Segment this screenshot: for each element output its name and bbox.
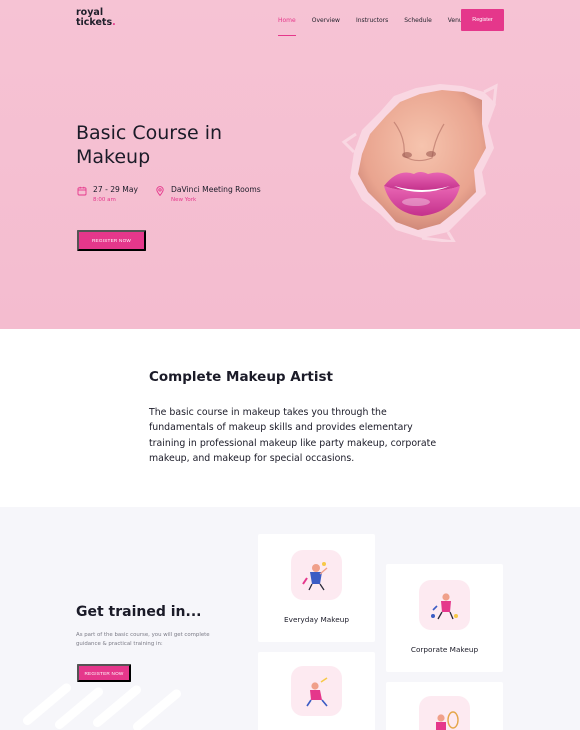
course-card-4[interactable]	[386, 682, 503, 730]
hero-section: royal tickets. Home Overview Instructors…	[0, 0, 580, 329]
about-section: Complete Makeup Artist The basic course …	[0, 329, 580, 507]
register-button[interactable]: Register	[461, 9, 504, 31]
location-pin-icon	[156, 186, 164, 196]
makeup-illustration-icon	[306, 677, 328, 707]
training-section: Get trained in... As part of the basic c…	[0, 507, 580, 730]
about-description: The basic course in makeup takes you thr…	[149, 407, 437, 464]
card-icon-bg	[419, 580, 470, 630]
card-icon-bg	[291, 550, 342, 600]
decorative-stroke	[131, 687, 183, 730]
torn-paper-lips-image	[341, 83, 498, 242]
card-label: Corporate Makeup	[410, 645, 479, 654]
nav-item-home[interactable]: Home	[278, 17, 296, 36]
course-card-everyday-makeup[interactable]: Everyday Makeup	[258, 534, 375, 642]
training-register-now-button[interactable]: REGISTER NOW	[77, 664, 131, 682]
makeup-artist-illustration-icon	[302, 562, 328, 591]
nav-item-schedule[interactable]: Schedule	[404, 17, 432, 24]
hero-register-now-button[interactable]: REGISTER NOW	[77, 230, 146, 251]
event-venue-text: DaVinci Meeting Rooms	[171, 185, 261, 194]
brand-dot: .	[112, 17, 116, 28]
nav-item-overview[interactable]: Overview	[312, 17, 340, 24]
course-card-corporate-makeup[interactable]: Corporate Makeup	[386, 564, 503, 672]
page-title: Basic Course in Makeup	[76, 122, 223, 168]
event-time-text: 8:00 am	[93, 197, 116, 203]
event-venue: DaVinci Meeting Rooms New York	[155, 185, 261, 203]
course-card-3[interactable]	[258, 652, 375, 730]
brand-line-2: tickets	[76, 17, 113, 28]
card-label: Everyday Makeup	[284, 615, 349, 624]
mirror-illustration-icon	[436, 711, 459, 730]
event-date: 27 - 29 May 8:00 am	[77, 185, 138, 203]
about-title: Complete Makeup Artist	[149, 369, 333, 385]
main-nav: Home Overview Instructors Schedule Venue	[278, 17, 482, 36]
brand-logo[interactable]: royal tickets.	[76, 8, 116, 28]
calendar-icon	[77, 186, 87, 196]
training-description: As part of the basic course, you will ge…	[76, 632, 210, 647]
card-icon-bg	[419, 696, 470, 730]
training-title: Get trained in...	[76, 604, 202, 620]
event-date-text: 27 - 29 May	[93, 185, 139, 194]
corporate-makeup-illustration-icon	[431, 593, 458, 620]
card-icon-bg	[291, 666, 342, 716]
nav-item-instructors[interactable]: Instructors	[356, 17, 388, 24]
event-city-text: New York	[171, 197, 197, 203]
